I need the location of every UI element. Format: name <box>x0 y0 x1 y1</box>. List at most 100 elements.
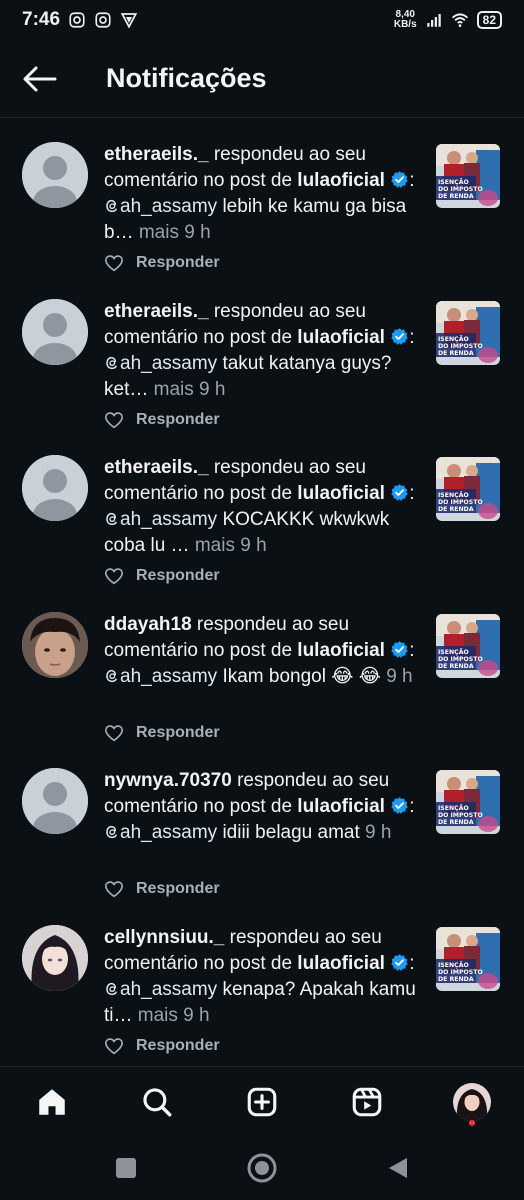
timestamp: mais 9 h <box>133 222 211 243</box>
threads-icon <box>106 982 118 995</box>
default-avatar-icon <box>22 142 88 208</box>
verified-badge-icon <box>391 953 408 971</box>
post-owner[interactable]: lulaoficial <box>297 483 385 504</box>
svg-text:DO IMPOSTO: DO IMPOSTO <box>438 499 483 506</box>
reply-button[interactable]: Responder <box>104 411 220 429</box>
mention[interactable]: ah_assamy <box>120 196 217 217</box>
status-time: 7:46 <box>22 9 61 30</box>
reply-button[interactable]: Responder <box>104 1037 220 1055</box>
wifi-icon <box>451 13 468 27</box>
post-owner[interactable]: lulaoficial <box>297 170 385 191</box>
post-owner[interactable]: lulaoficial <box>297 640 385 661</box>
reply-button[interactable]: Responder <box>104 567 220 585</box>
mention[interactable]: ah_assamy <box>120 666 217 687</box>
threads-icon <box>106 199 118 213</box>
heart-icon <box>104 411 124 428</box>
tab-search[interactable] <box>129 1074 185 1130</box>
profile-avatar <box>452 1082 491 1121</box>
avatar[interactable] <box>22 611 88 678</box>
heart-icon <box>104 568 124 585</box>
reply-label: Responder <box>136 410 220 428</box>
reply-button[interactable]: Responder <box>104 724 220 742</box>
reply-button[interactable]: Responder <box>104 254 220 272</box>
home-icon <box>39 1088 66 1115</box>
instagram-notification-icon <box>69 12 85 28</box>
notification-text: ddayah18 respondeu ao seu comentário no … <box>104 613 415 687</box>
threads-icon <box>106 512 118 526</box>
post-thumbnail[interactable]: ISENÇÃO DO IMPOSTO DE RENDA <box>436 926 500 991</box>
heart-icon <box>104 1037 124 1054</box>
svg-text:ISENÇÃO: ISENÇÃO <box>438 490 469 499</box>
post-owner[interactable]: lulaoficial <box>297 953 385 974</box>
mention[interactable]: ah_assamy <box>120 822 217 843</box>
mention[interactable]: ah_assamy <box>120 509 217 530</box>
svg-text:ISENÇÃO: ISENÇÃO <box>438 803 469 812</box>
vpn-triangle-icon <box>120 13 138 29</box>
timestamp: mais 9 h <box>132 1004 210 1026</box>
svg-text:DO IMPOSTO: DO IMPOSTO <box>438 343 483 350</box>
bottom-tab-bar <box>0 1066 524 1136</box>
timestamp: mais 9 h <box>148 378 226 400</box>
post-thumbnail[interactable]: ISENÇÃO DO IMPOSTO DE RENDA <box>436 300 500 365</box>
instagram-notification-icon <box>95 12 111 28</box>
recents-button[interactable] <box>106 1148 146 1188</box>
username[interactable]: ddayah18 <box>104 614 192 635</box>
svg-text:ISENÇÃO: ISENÇÃO <box>438 177 469 186</box>
avatar[interactable] <box>22 142 88 208</box>
post-owner[interactable]: lulaoficial <box>297 327 385 348</box>
reply-button[interactable]: Responder <box>104 880 220 898</box>
mention[interactable]: ah_assamy <box>120 979 217 1000</box>
tab-profile[interactable] <box>444 1074 500 1130</box>
home-system-button[interactable] <box>242 1148 282 1188</box>
username[interactable]: cellynnsiuu._ <box>104 927 224 948</box>
heart-icon <box>104 255 124 272</box>
notification-item[interactable]: etheraeils._ respondeu ao seu comentário… <box>0 130 524 287</box>
post-thumbnail[interactable]: ISENÇÃO DO IMPOSTO DE RENDA <box>436 457 500 521</box>
username[interactable]: nywnya.70370 <box>104 770 232 791</box>
default-avatar-icon <box>22 455 88 521</box>
post-thumbnail[interactable]: ISENÇÃO DO IMPOSTO DE RENDA <box>436 613 500 678</box>
reels-icon <box>352 1087 382 1116</box>
notification-text: etheraeils._ respondeu ao seu comentário… <box>104 300 415 400</box>
verified-badge-icon <box>391 171 408 188</box>
svg-text:DE RENDA: DE RENDA <box>438 663 474 670</box>
default-avatar-icon <box>22 298 88 365</box>
post-thumbnail[interactable]: ISENÇÃO DO IMPOSTO DE RENDA <box>436 770 500 834</box>
avatar[interactable] <box>22 455 88 521</box>
tab-create[interactable] <box>234 1074 290 1130</box>
tab-home[interactable] <box>24 1074 80 1130</box>
notification-item[interactable]: etheraeils._ respondeu ao seu comentário… <box>0 443 524 600</box>
home-circle-icon <box>247 1153 277 1183</box>
verified-badge-icon <box>391 327 408 345</box>
notification-item[interactable]: ddayah18 respondeu ao seu comentário no … <box>0 600 524 757</box>
notification-text: etheraeils._ respondeu ao seu comentário… <box>104 457 415 556</box>
notification-item[interactable]: etheraeils._ respondeu ao seu comentário… <box>0 287 524 444</box>
avatar[interactable] <box>22 298 88 365</box>
post-thumbnail[interactable]: ISENÇÃO DO IMPOSTO DE RENDA <box>436 144 500 208</box>
svg-text:DE RENDA: DE RENDA <box>438 350 474 357</box>
notification-item[interactable]: nywnya.70370 respondeu ao seu comentário… <box>0 756 524 913</box>
page-header: Notificações <box>0 40 524 118</box>
notifications-list: etheraeils._ respondeu ao seu comentário… <box>0 130 524 1066</box>
back-system-button[interactable] <box>378 1148 418 1188</box>
mention[interactable]: ah_assamy <box>120 353 217 374</box>
username[interactable]: etheraeils._ <box>104 301 209 322</box>
avatar[interactable] <box>22 768 88 834</box>
system-navigation-bar <box>0 1136 524 1200</box>
svg-text:ISENÇÃO: ISENÇÃO <box>438 960 469 969</box>
svg-text:DE RENDA: DE RENDA <box>438 819 474 826</box>
tab-reels[interactable] <box>339 1074 395 1130</box>
heart-icon <box>104 724 124 741</box>
notification-text: etheraeils._ respondeu ao seu comentário… <box>104 144 415 243</box>
page-title: Notificações <box>106 63 267 93</box>
notification-item[interactable]: cellynnsiuu._ respondeu ao seu comentári… <box>0 913 524 1067</box>
svg-text:DO IMPOSTO: DO IMPOSTO <box>438 186 483 193</box>
post-owner[interactable]: lulaoficial <box>297 796 385 817</box>
back-button[interactable] <box>20 59 60 99</box>
arrow-left-icon <box>23 66 57 91</box>
username[interactable]: etheraeils._ <box>104 457 209 478</box>
timestamp: mais 9 h <box>189 535 267 556</box>
username[interactable]: etheraeils._ <box>104 144 209 165</box>
svg-text:ISENÇÃO: ISENÇÃO <box>438 647 469 656</box>
avatar[interactable] <box>22 924 88 991</box>
